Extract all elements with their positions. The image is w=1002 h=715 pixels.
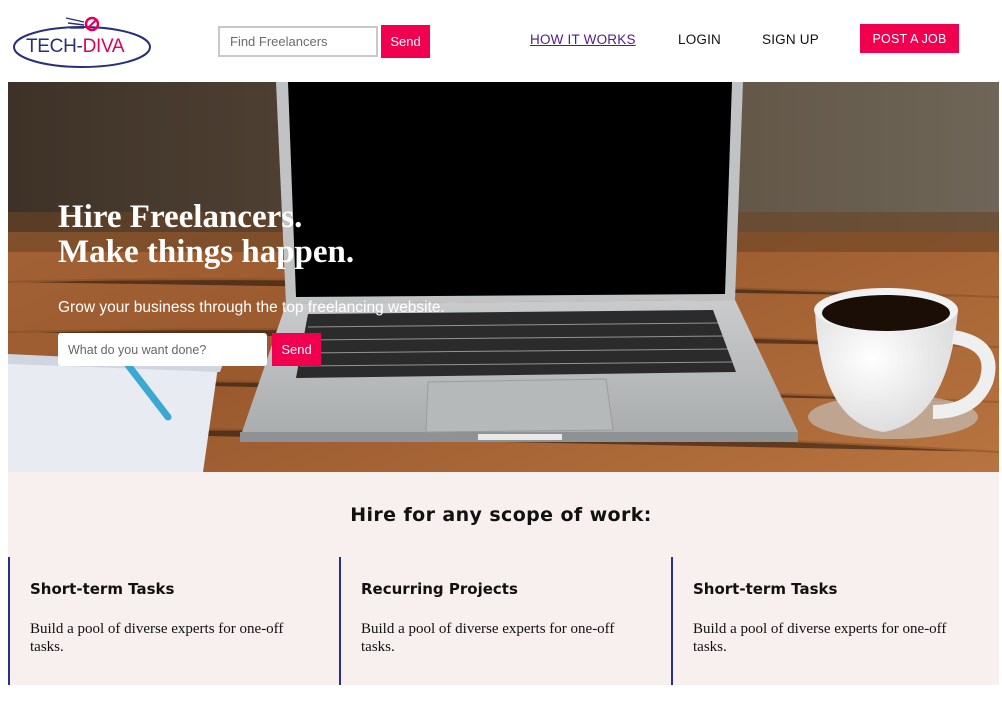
nav-login-link[interactable]: LOGIN	[678, 32, 721, 47]
hero-title: Hire Freelancers. Make things happen.	[58, 200, 354, 270]
scope-heading: Hire for any scope of work:	[350, 504, 652, 526]
hero-title-line1: Hire Freelancers.	[58, 199, 303, 235]
scope-of-work-section: Hire for any scope of work: Short-term T…	[8, 472, 999, 685]
hero-subtitle: Grow your business through the top freel…	[58, 299, 445, 316]
post-a-job-button[interactable]: POST A JOB	[860, 24, 959, 53]
what-do-you-want-done-input[interactable]	[58, 333, 267, 366]
scope-card-title: Short-term Tasks	[30, 580, 175, 598]
scope-card: Short-term Tasks Build a pool of diverse…	[671, 557, 999, 685]
site-header: TECH-DIVA Send HOW IT WORKS LOGIN SIGN U…	[0, 0, 1002, 82]
scope-card: Short-term Tasks Build a pool of diverse…	[8, 557, 339, 685]
scope-card-title: Short-term Tasks	[693, 580, 838, 598]
logo-text-tech: TECH-	[26, 36, 83, 57]
scope-card-text: Build a pool of diverse experts for one-…	[30, 621, 284, 655]
hero-send-button[interactable]: Send	[272, 333, 321, 366]
scope-card-text: Build a pool of diverse experts for one-…	[361, 621, 615, 655]
logo-text-diva: DIVA	[82, 36, 125, 57]
site-logo[interactable]: TECH-DIVA	[12, 14, 154, 72]
hero-title-line2: Make things happen.	[58, 234, 355, 270]
logo-wordmark: TECH-DIVA	[26, 36, 125, 58]
find-freelancers-input[interactable]	[218, 26, 378, 57]
nav-how-it-works-link[interactable]: HOW IT WORKS	[530, 32, 636, 47]
header-search-send-button[interactable]: Send	[381, 25, 430, 58]
hero-banner: Hire Freelancers. Make things happen. Gr…	[8, 82, 999, 472]
scope-card-text: Build a pool of diverse experts for one-…	[693, 621, 947, 655]
scope-card: Recurring Projects Build a pool of diver…	[339, 557, 671, 685]
nav-sign-up-link[interactable]: SIGN UP	[762, 32, 819, 47]
scope-card-title: Recurring Projects	[361, 580, 518, 598]
hero-background-image	[8, 82, 999, 472]
